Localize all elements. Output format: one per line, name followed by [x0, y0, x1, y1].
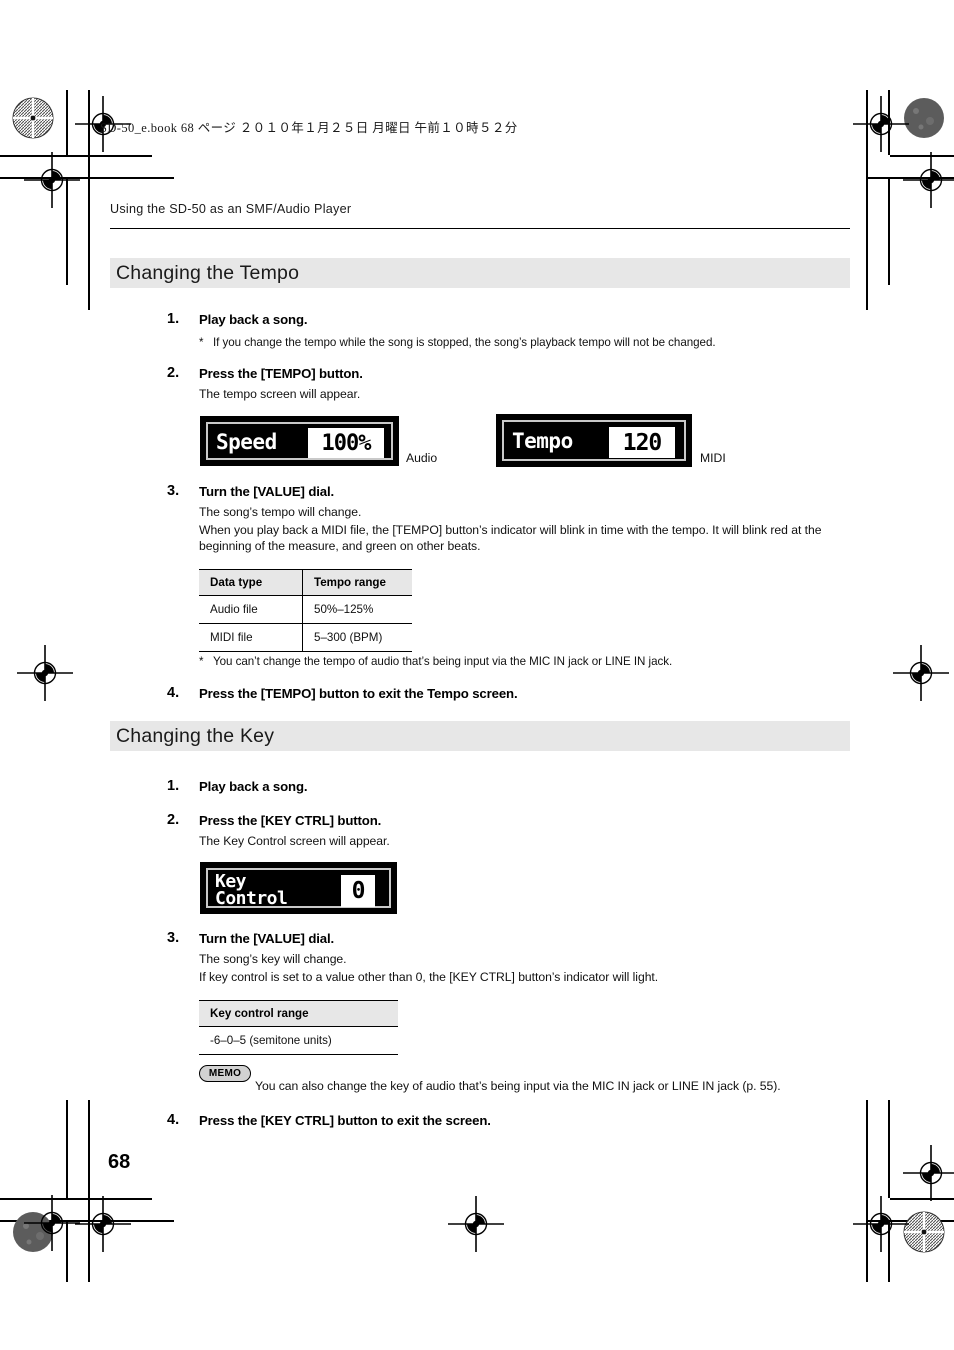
- lcd-value-tempo: 120: [609, 427, 675, 458]
- registration-mark: [893, 645, 949, 701]
- lcd-label-speed: Speed: [216, 430, 277, 454]
- step-body: When you play back a MIDI file, the [TEM…: [199, 523, 822, 553]
- star-target-mark: [903, 97, 945, 139]
- table-row: -6–0–5 (semitone units): [199, 1026, 398, 1055]
- book-info-line: SD-50_e.book 68 ページ ２０１０年１月２５日 月曜日 午前１０時…: [100, 121, 518, 135]
- step-heading: Press the [KEY CTRL] button.: [199, 813, 382, 828]
- step-number: 3.: [167, 483, 180, 499]
- step-body: If key control is set to a value other t…: [199, 970, 659, 984]
- step-heading: Play back a song.: [199, 779, 308, 794]
- lcd-display-tempo: Tempo 120: [496, 414, 692, 467]
- table-row: MIDI file 5–300 (BPM): [199, 623, 412, 652]
- step-number: 3.: [167, 930, 180, 946]
- lcd-bezel: Speed 100%: [206, 422, 393, 460]
- registration-mark: [903, 152, 954, 208]
- step-number: 1.: [167, 778, 180, 794]
- registration-mark: [24, 152, 80, 208]
- note-text: You can’t change the tempo of audio that…: [213, 655, 673, 668]
- note-text: If you change the tempo while the song i…: [213, 336, 716, 349]
- crop-line: [888, 1100, 890, 1198]
- lcd-value-key: 0: [341, 875, 375, 907]
- registration-mark: [75, 1196, 131, 1252]
- lcd-bezel: Tempo 120: [502, 420, 686, 461]
- table-row: Audio file 50%–125%: [199, 595, 412, 624]
- table-cell: MIDI file: [199, 623, 303, 652]
- section-title: Changing the Key: [116, 724, 275, 747]
- page-number: 68: [108, 1151, 131, 1173]
- step-number: 1.: [167, 311, 180, 327]
- lcd-label-tempo: Tempo: [512, 429, 573, 453]
- memo-badge: MEMO: [199, 1065, 251, 1082]
- crop-line: [66, 1100, 68, 1198]
- lcd-bezel: Key Control 0: [206, 868, 391, 908]
- step-number: 4.: [167, 1112, 180, 1128]
- star-target-mark: [12, 97, 54, 139]
- lcd-display-speed: Speed 100%: [200, 416, 399, 466]
- step-number: 4.: [167, 685, 180, 701]
- crop-line: [66, 90, 68, 155]
- step-note: * If you change the tempo while the song …: [199, 336, 716, 349]
- registration-mark: [903, 1145, 954, 1201]
- memo-text: You can also change the key of audio tha…: [255, 1079, 781, 1093]
- crop-line: [888, 177, 890, 285]
- asterisk-marker: *: [199, 336, 204, 349]
- table-cell: -6–0–5 (semitone units): [199, 1026, 398, 1055]
- step-body: The song’s tempo will change.: [199, 505, 362, 519]
- table-header-cell: Tempo range: [302, 569, 412, 596]
- memo-block: MEMO You can also change the key of audi…: [199, 1065, 799, 1105]
- lcd-value-speed: 100%: [308, 428, 384, 458]
- running-header: Using the SD-50 as an SMF/Audio Player: [110, 202, 352, 216]
- header-rule: [110, 228, 850, 230]
- step-heading: Turn the [VALUE] dial.: [199, 484, 335, 499]
- table-header-row: Key control range: [199, 1000, 398, 1027]
- registration-mark: [853, 96, 909, 152]
- lcd-display-key-control: Key Control 0: [200, 862, 397, 914]
- section-heading-tempo: Changing the Tempo: [110, 258, 850, 288]
- step-note: * You can’t change the tempo of audio tha…: [199, 655, 672, 668]
- star-target-mark: [903, 1211, 945, 1253]
- table-header-cell: Data type: [199, 569, 303, 596]
- table-header-cell: Key control range: [199, 1000, 398, 1027]
- step-heading: Press the [TEMPO] button.: [199, 366, 363, 381]
- registration-mark: [17, 645, 73, 701]
- lcd-caption-midi: MIDI: [700, 451, 726, 465]
- table-cell: 5–300 (BPM): [302, 623, 412, 652]
- step-heading: Press the [KEY CTRL] button to exit the …: [199, 1113, 491, 1128]
- manual-page: SD-50_e.book 68 ページ ２０１０年１月２５日 月曜日 午前１０時…: [0, 0, 954, 1350]
- table-header-row: Data type Tempo range: [199, 569, 412, 596]
- tempo-range-table: Data type Tempo range Audio file 50%–125…: [199, 569, 412, 652]
- table-cell: 50%–125%: [302, 595, 412, 624]
- asterisk-marker: *: [199, 655, 204, 668]
- lcd-label-control: Control: [215, 888, 288, 909]
- step-heading: Play back a song.: [199, 312, 308, 327]
- step-body: The tempo screen will appear.: [199, 387, 361, 401]
- section-title: Changing the Tempo: [116, 261, 300, 284]
- section-heading-key: Changing the Key: [110, 721, 850, 751]
- lcd-caption-audio: Audio: [406, 451, 438, 465]
- step-body: The Key Control screen will appear.: [199, 834, 390, 848]
- table-cell: Audio file: [199, 595, 303, 624]
- crop-line: [88, 177, 90, 310]
- step-number: 2.: [167, 365, 180, 381]
- step-number: 2.: [167, 812, 180, 828]
- step-heading: Press the [TEMPO] button to exit the Tem…: [199, 686, 518, 701]
- step-body: The song’s key will change.: [199, 952, 347, 966]
- step-heading: Turn the [VALUE] dial.: [199, 931, 335, 946]
- registration-mark: [448, 1196, 504, 1252]
- registration-mark: [24, 1195, 80, 1251]
- key-control-range-table: Key control range -6–0–5 (semitone units…: [199, 1000, 398, 1055]
- registration-mark: [853, 1196, 909, 1252]
- crop-line: [866, 177, 868, 310]
